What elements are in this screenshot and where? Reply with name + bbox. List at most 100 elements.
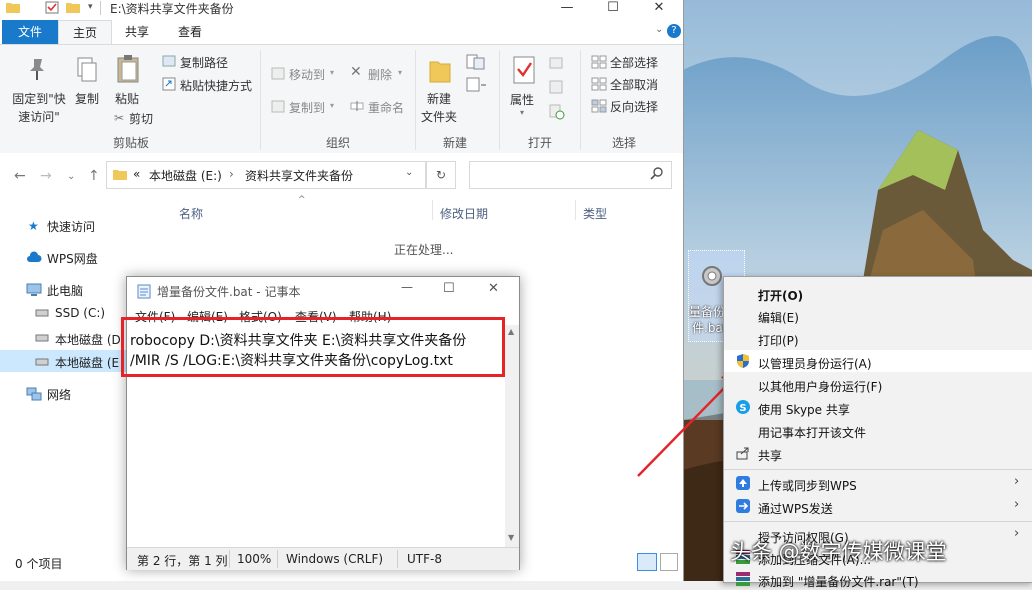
quick-access-dropdown-icon[interactable]: ▾ <box>88 2 93 12</box>
scroll-down-icon[interactable]: ▼ <box>508 533 514 542</box>
help-icon[interactable]: ? <box>667 24 681 38</box>
refresh-icon[interactable]: ↻ <box>426 161 456 189</box>
new-folder-quick-icon[interactable] <box>66 1 80 13</box>
pin-icon <box>26 57 48 81</box>
breadcrumb-disk-e[interactable]: 本地磁盘 (E:) <box>149 167 222 184</box>
menu-item-add-to-rar[interactable]: 添加到 "增量备份文件.rar"(T) <box>758 573 919 590</box>
new-item-icon[interactable] <box>466 54 488 70</box>
menu-item-run-as-other-user[interactable]: 以其他用户身份运行(F) <box>758 378 882 395</box>
nav-this-pc[interactable]: 此电脑 <box>47 282 83 299</box>
group-new-title: 新建 <box>443 136 468 150</box>
menu-item-skype-share[interactable]: 使用 Skype 共享 <box>758 401 850 418</box>
ribbon-collapse-icon[interactable]: ⌄ <box>655 24 663 35</box>
menu-item-send-wps[interactable]: 通过WPS发送 <box>758 500 833 517</box>
encoding: UTF-8 <box>407 552 442 566</box>
notepad-close-button[interactable]: ✕ <box>488 281 499 296</box>
paste-button[interactable]: 粘贴 <box>115 90 139 107</box>
tab-home[interactable]: 主页 <box>58 20 112 45</box>
properties-button[interactable]: 属性 <box>510 91 534 108</box>
drive-icon <box>35 334 49 342</box>
nav-quick-access[interactable]: 快速访问 <box>47 218 95 235</box>
computer-icon <box>26 283 42 297</box>
pin-quick-access-button[interactable]: 固定到"快速访问" <box>10 90 68 126</box>
column-name[interactable]: 名称 <box>179 205 203 222</box>
status-divider <box>229 550 230 568</box>
nav-ssd-c[interactable]: SSD (C:) <box>55 306 105 320</box>
close-button[interactable]: ✕ <box>636 0 682 18</box>
search-input[interactable] <box>469 161 672 189</box>
edit-icon[interactable] <box>549 80 565 94</box>
menu-item-upload-wps[interactable]: 上传或同步到WPS <box>758 477 857 494</box>
nav-network[interactable]: 网络 <box>47 386 71 403</box>
rename-button[interactable]: 重命名 <box>368 99 404 116</box>
menu-item-open-with-notepad[interactable]: 用记事本打开该文件 <box>758 424 866 441</box>
move-to-dropdown-icon: ▾ <box>330 68 335 77</box>
nav-wps-cloud[interactable]: WPS网盘 <box>47 250 98 267</box>
notepad-statusbar: 第 2 行，第 1 列 100% Windows (CRLF) UTF-8 <box>127 547 519 570</box>
new-folder-button-line2[interactable]: 文件夹 <box>421 108 457 125</box>
item-count: 0 个项目 <box>15 557 63 571</box>
submenu-arrow-icon: › <box>1014 526 1020 541</box>
column-divider <box>575 200 576 220</box>
rename-icon <box>350 100 364 112</box>
nav-disk-e[interactable]: 本地磁盘 (E <box>55 354 119 371</box>
address-bar[interactable]: « 本地磁盘 (E:) › 资料共享文件夹备份 ⌄ <box>106 161 426 189</box>
folder-icon <box>6 1 20 13</box>
menu-item-edit[interactable]: 编辑(E) <box>758 309 799 326</box>
invert-selection-button[interactable]: 反向选择 <box>610 98 658 115</box>
details-view-icon[interactable] <box>637 553 657 571</box>
minimize-button[interactable]: — <box>544 0 590 18</box>
menu-item-run-as-admin[interactable]: 以管理员身份运行(A) <box>758 355 872 372</box>
menu-item-open[interactable]: 打开(O) <box>758 287 803 304</box>
copy-button[interactable]: 复制 <box>75 90 99 107</box>
tab-view[interactable]: 查看 <box>166 20 214 44</box>
open-icon[interactable] <box>549 56 565 70</box>
group-open-title: 打开 <box>528 136 553 150</box>
paste-shortcut-button[interactable]: 粘贴快捷方式 <box>180 77 252 94</box>
maximize-button[interactable]: ☐ <box>590 0 636 18</box>
notepad-vertical-scrollbar[interactable]: ▲ ▼ <box>505 325 519 547</box>
breadcrumb-current-folder[interactable]: 资料共享文件夹备份 <box>245 167 353 184</box>
menu-item-print[interactable]: 打印(P) <box>758 332 799 349</box>
select-all-button[interactable]: 全部选择 <box>610 54 658 71</box>
group-clipboard-title: 剪贴板 <box>113 136 150 150</box>
submenu-arrow-icon: › <box>1014 474 1020 489</box>
nav-disk-d[interactable]: 本地磁盘 (D <box>55 331 121 348</box>
up-arrow-icon[interactable]: ↑ <box>88 168 100 184</box>
tab-share[interactable]: 共享 <box>113 20 161 44</box>
tab-file[interactable]: 文件 <box>2 20 58 44</box>
new-folder-button-line1[interactable]: 新建 <box>427 90 451 107</box>
scroll-up-icon[interactable]: ▲ <box>508 327 514 336</box>
address-dropdown-icon[interactable]: ⌄ <box>405 167 413 178</box>
submenu-arrow-icon: › <box>1014 497 1020 512</box>
move-to-button[interactable]: 移动到 <box>289 66 325 83</box>
history-icon[interactable] <box>549 104 565 120</box>
copy-path-button[interactable]: 复制路径 <box>180 54 228 71</box>
notepad-maximize-button[interactable]: ☐ <box>443 281 455 296</box>
cut-button[interactable]: 剪切 <box>129 110 153 127</box>
processing-text: 正在处理... <box>394 243 454 257</box>
recent-chevron-icon[interactable]: ⌄ <box>67 171 75 182</box>
cloud-icon <box>26 251 42 263</box>
properties-quick-icon[interactable] <box>45 1 59 14</box>
send-icon <box>735 498 751 514</box>
menu-item-share[interactable]: 共享 <box>758 447 782 464</box>
group-divider <box>415 50 416 150</box>
forward-arrow-icon[interactable]: → <box>40 168 52 184</box>
delete-button[interactable]: 删除 <box>368 66 392 83</box>
breadcrumb-separator-icon: › <box>229 167 234 181</box>
column-modified[interactable]: 修改日期 <box>440 205 488 222</box>
column-type[interactable]: 类型 <box>583 205 607 222</box>
address-overflow[interactable]: « <box>133 167 140 181</box>
notepad-minimize-button[interactable]: — <box>401 280 413 294</box>
search-icon <box>650 166 664 180</box>
large-icons-view-icon[interactable] <box>660 553 678 571</box>
window-title-path: E:\资料共享文件夹备份 <box>110 2 234 16</box>
back-arrow-icon[interactable]: ← <box>14 168 26 184</box>
drive-icon <box>35 358 49 366</box>
svg-text:S: S <box>739 403 746 414</box>
folder-icon <box>113 168 127 180</box>
copy-to-button[interactable]: 复制到 <box>289 99 325 116</box>
select-none-button[interactable]: 全部取消 <box>610 76 658 93</box>
easy-access-icon[interactable] <box>466 77 488 93</box>
